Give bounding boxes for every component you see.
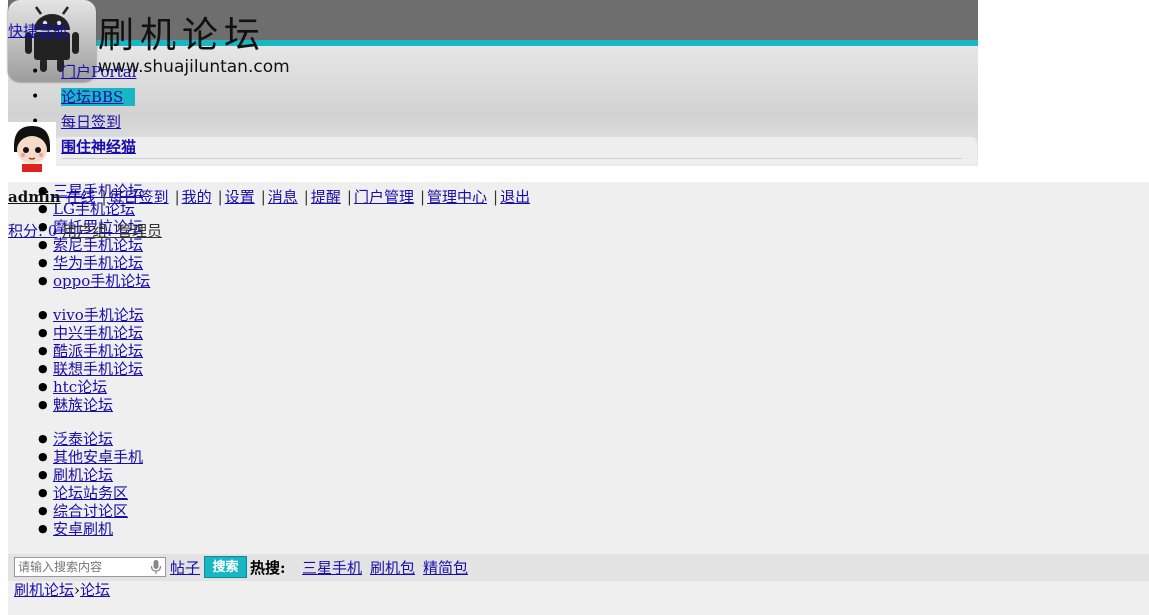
forum-link[interactable]: 联想手机论坛 — [53, 360, 143, 378]
user-group-link[interactable]: 用户组: 管理员 — [62, 222, 162, 240]
forum-link[interactable]: 其他安卓手机 — [53, 448, 143, 466]
microphone-icon[interactable] — [150, 559, 162, 575]
hot-search-label: 热搜: — [250, 559, 286, 577]
nav-item-bbs: • 论坛BBS — [31, 85, 136, 110]
forum-list-item: ● 安卓刷机 — [38, 520, 114, 538]
nav-divider — [62, 158, 962, 159]
breadcrumb-root[interactable]: 刷机论坛 — [14, 581, 74, 599]
forum-list-item: ● htc论坛 — [38, 378, 108, 396]
breadcrumb-current[interactable]: 论坛 — [80, 581, 110, 599]
hot-search-link[interactable]: 刷机包 — [370, 559, 415, 577]
avatar-icon[interactable] — [8, 122, 56, 172]
forum-list-item: ● oppo手机论坛 — [38, 272, 151, 290]
forum-list-item: ● 论坛站务区 — [38, 484, 129, 502]
points-link[interactable]: 积分: 0 — [8, 222, 57, 240]
nav-link-checkin[interactable]: 每日签到 — [61, 113, 121, 131]
forum-link[interactable]: 酷派手机论坛 — [53, 342, 143, 360]
forum-link[interactable]: 论坛站务区 — [53, 484, 128, 502]
forum-list-item: ● 华为手机论坛 — [38, 254, 144, 272]
forum-list-group-2: ● vivo手机论坛 ● 中兴手机论坛 ● 酷派手机论坛 ● 联想手机论坛 ● htc论坛… — [38, 306, 144, 414]
forum-link[interactable]: 魅族论坛 — [53, 396, 113, 414]
search-input[interactable] — [14, 557, 166, 577]
forum-link[interactable]: 华为手机论坛 — [53, 254, 143, 272]
forum-list-item: ● 联想手机论坛 — [38, 360, 144, 378]
breadcrumb: 刷机论坛›论坛 — [14, 579, 110, 600]
user-link-online[interactable]: 在线 — [65, 188, 95, 206]
user-link-messages[interactable]: 消息 — [268, 188, 298, 206]
hot-search-link[interactable]: 三星手机 — [302, 559, 362, 577]
forum-link[interactable]: 综合讨论区 — [53, 502, 128, 520]
site-domain: www.shuajiluntan.com — [98, 57, 290, 77]
user-points: 积分: 0 用户组: 管理员 — [8, 220, 162, 241]
forum-link[interactable]: vivo手机论坛 — [53, 306, 144, 324]
forum-link[interactable]: 安卓刷机 — [53, 520, 113, 538]
forum-list-item: ● 中兴手机论坛 — [38, 324, 144, 342]
search-button[interactable]: 搜索 — [204, 556, 247, 578]
forum-list-item: ● 魅族论坛 — [38, 396, 114, 414]
forum-list-item: ● 泛泰论坛 — [38, 430, 114, 448]
username-link[interactable]: admin — [8, 188, 61, 206]
user-bar: admin 在线 | 每日签到 | 我的 | 设置 | 消息 | 提醒 | 门户管理 | 管理中心 | 退出 — [8, 188, 531, 206]
user-link-logout[interactable]: 退出 — [500, 188, 530, 206]
forum-list-item: ● 综合讨论区 — [38, 502, 129, 520]
forum-link[interactable]: 刷机论坛 — [53, 466, 113, 484]
hot-search-links: 三星手机 刷机包 精简包 — [302, 557, 476, 578]
nav-background — [55, 137, 977, 165]
hot-search-link[interactable]: 精简包 — [423, 559, 468, 577]
user-link-settings[interactable]: 设置 — [225, 188, 255, 206]
search-type-select[interactable]: 帖子 — [170, 557, 200, 578]
user-link-checkin[interactable]: 每日签到 — [109, 188, 169, 206]
content-area — [8, 182, 1149, 615]
user-link-reminders[interactable]: 提醒 — [311, 188, 341, 206]
nav-link-cat-game[interactable]: 围住神经猫 — [61, 138, 136, 156]
forum-link[interactable]: 泛泰论坛 — [53, 430, 113, 448]
user-link-mine[interactable]: 我的 — [182, 188, 212, 206]
nav-link-bbs[interactable]: 论坛BBS — [61, 88, 136, 106]
forum-link[interactable]: 中兴手机论坛 — [53, 324, 143, 342]
forum-list-item: ● vivo手机论坛 — [38, 306, 144, 324]
forum-list-item: ● 其他安卓手机 — [38, 448, 144, 466]
forum-list-item: ● 刷机论坛 — [38, 466, 114, 484]
forum-link[interactable]: oppo手机论坛 — [53, 272, 150, 290]
user-link-portal-admin[interactable]: 门户管理 — [354, 188, 414, 206]
forum-list-group-3: ● 泛泰论坛 ● 其他安卓手机 ● 刷机论坛 ● 论坛站务区 ● 综合讨论区 ● 安卓刷机 — [38, 430, 143, 538]
site-logo-title: 刷机论坛 — [98, 15, 267, 56]
forum-list-item: ● 酷派手机论坛 — [38, 342, 144, 360]
forum-link[interactable]: htc论坛 — [53, 378, 107, 396]
quick-nav-link[interactable]: 快捷导航 — [8, 20, 68, 41]
user-link-admin-center[interactable]: 管理中心 — [427, 188, 487, 206]
